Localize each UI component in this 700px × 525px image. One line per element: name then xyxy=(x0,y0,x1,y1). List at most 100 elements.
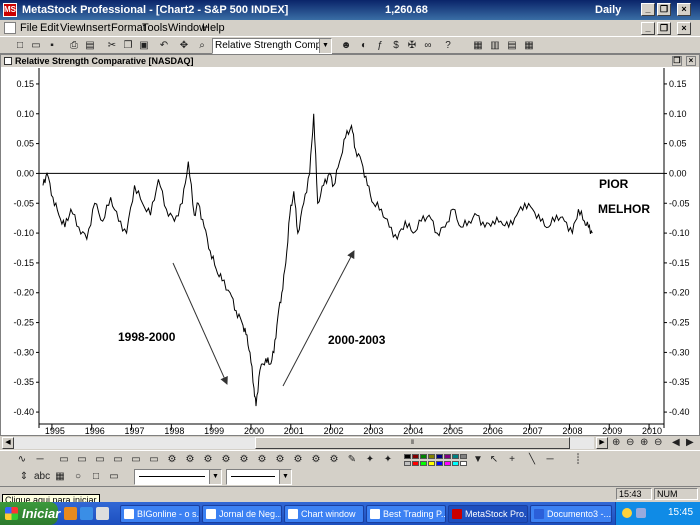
new-icon[interactable]: □ xyxy=(12,38,28,53)
color-dropdown-icon[interactable]: ▼ xyxy=(470,452,486,467)
hscroll-left-icon[interactable]: ◀ xyxy=(672,437,680,448)
restore-button[interactable]: ❐ xyxy=(657,3,671,16)
color-swatch[interactable] xyxy=(436,461,443,466)
rectangle-tool-icon[interactable]: □ xyxy=(88,469,104,484)
color-swatch[interactable] xyxy=(420,461,427,466)
vertical-line-icon[interactable]: ┊ xyxy=(570,452,586,467)
tray-network-icon[interactable] xyxy=(636,508,646,518)
drawing-tool-14-icon[interactable]: ⚙ xyxy=(290,452,306,467)
undo-icon[interactable]: ↶ xyxy=(156,38,172,53)
color-swatch[interactable] xyxy=(404,461,411,466)
hscroll-right-icon[interactable]: ▶ xyxy=(686,437,694,448)
zoom-in-icon[interactable]: ⊕ xyxy=(612,437,620,448)
drawing-tool-11-icon[interactable]: ⚙ xyxy=(236,452,252,467)
mdi-close-button[interactable]: × xyxy=(677,22,691,35)
task-metastock[interactable]: MetaStock Pro... xyxy=(448,505,528,523)
color-swatch[interactable] xyxy=(428,461,435,466)
open-icon[interactable]: ▭ xyxy=(28,38,44,53)
color-swatch[interactable] xyxy=(444,454,451,459)
menu-help[interactable]: Help xyxy=(202,22,225,34)
quicklaunch-firefox-icon[interactable] xyxy=(64,507,77,520)
menu-edit[interactable]: Edit xyxy=(40,22,59,34)
expert-icon[interactable]: ☻ xyxy=(338,38,354,53)
color-swatch[interactable] xyxy=(412,461,419,466)
drawing-tool-13-icon[interactable]: ⚙ xyxy=(272,452,288,467)
spin-icon[interactable]: ⇕ xyxy=(16,469,32,484)
save-icon[interactable]: ▪ xyxy=(44,38,60,53)
zoom-out-icon[interactable]: ⊖ xyxy=(626,437,634,448)
close-button[interactable]: × xyxy=(677,3,691,16)
help-pointer-icon[interactable]: ? xyxy=(440,38,456,53)
drawing-tool-9-icon[interactable]: ⚙ xyxy=(200,452,216,467)
zoom-icon[interactable]: ⌕ xyxy=(194,38,210,53)
drawing-tool-7-icon[interactable]: ⚙ xyxy=(164,452,180,467)
formula-icon[interactable]: ƒ xyxy=(372,38,388,53)
drawing-tool-15-icon[interactable]: ⚙ xyxy=(308,452,324,467)
draw-zigzag-icon[interactable]: ∿ xyxy=(14,452,30,467)
chart-scrollbar[interactable]: ◀ ⦀ ▶ ⊕ ⊖ ⊕ ⊖ ◀ ▶ xyxy=(0,436,700,450)
grid-tool-icon[interactable]: ▦ xyxy=(52,469,68,484)
drawing-tool-6-icon[interactable]: ▭ xyxy=(146,452,162,467)
scroll-left-arrow[interactable]: ◀ xyxy=(2,437,14,449)
color-swatch[interactable] xyxy=(404,454,411,459)
menu-format[interactable]: Format xyxy=(111,22,146,34)
line-tool-icon[interactable]: ─ xyxy=(32,452,48,467)
chevron-down-icon[interactable]: ▼ xyxy=(209,470,221,484)
rsc-chart[interactable]: 0.15 0.10 0.05 0.00 -0.05 -0.10 -0.15 -0.20 -0.2… xyxy=(1,68,699,436)
ellipse-tool-icon[interactable]: ○ xyxy=(70,469,86,484)
binoculars-icon[interactable]: ∞ xyxy=(420,38,436,53)
horizontal-line-icon[interactable]: ─ xyxy=(542,452,558,467)
color-swatch[interactable] xyxy=(436,454,443,459)
menu-tools[interactable]: Tools xyxy=(142,22,168,34)
tile-horizontal-icon[interactable]: ▤ xyxy=(504,38,520,53)
cascade-icon[interactable]: ▦ xyxy=(470,38,486,53)
scroll-thumb[interactable]: ⦀ xyxy=(255,437,570,449)
task-documento3[interactable]: Documento3 -... xyxy=(530,505,612,523)
cursor-icon[interactable]: ↖ xyxy=(486,452,502,467)
indicator-select[interactable]: Relative Strength Comparative ▼ xyxy=(212,38,332,54)
drawing-tool-3-icon[interactable]: ▭ xyxy=(92,452,108,467)
document-icon[interactable] xyxy=(4,22,16,34)
print-icon[interactable]: ⎙ xyxy=(66,38,82,53)
chevron-down-icon[interactable]: ▼ xyxy=(279,470,291,484)
system-tester-icon[interactable]: ✠ xyxy=(404,38,420,53)
crosshair-icon[interactable]: + xyxy=(504,452,520,467)
minimize-button[interactable]: _ xyxy=(641,3,655,16)
drawing-tool-12-icon[interactable]: ⚙ xyxy=(254,452,270,467)
mdi-restore-button[interactable]: ❐ xyxy=(657,22,671,35)
tile-vertical-icon[interactable]: ▥ xyxy=(487,38,503,53)
color-swatch[interactable] xyxy=(452,454,459,459)
quicklaunch-desktop-icon[interactable] xyxy=(96,507,109,520)
color-swatch[interactable] xyxy=(460,461,467,466)
print-preview-icon[interactable]: ▤ xyxy=(82,38,98,53)
text-tool-icon[interactable]: abc xyxy=(34,469,50,484)
zoom-full-icon[interactable]: ⊕ xyxy=(640,437,648,448)
line-weight-select[interactable]: ▼ xyxy=(226,469,292,485)
copy-icon[interactable]: ❐ xyxy=(120,38,136,53)
pencil-icon[interactable]: ✎ xyxy=(344,452,360,467)
task-chart-window[interactable]: Chart window xyxy=(284,505,364,523)
tray-volume-icon[interactable] xyxy=(622,508,632,518)
task-bigonline[interactable]: BIGonline - o s... xyxy=(120,505,200,523)
drawing-tool-2-icon[interactable]: ▭ xyxy=(74,452,90,467)
menu-view[interactable]: View xyxy=(60,22,84,34)
zoom-reset-icon[interactable]: ⊖ xyxy=(654,437,662,448)
color-swatch[interactable] xyxy=(444,461,451,466)
rounded-rect-tool-icon[interactable]: ▭ xyxy=(106,469,122,484)
drawing-tool-8-icon[interactable]: ⚙ xyxy=(182,452,198,467)
paste-icon[interactable]: ▣ xyxy=(136,38,152,53)
color-swatch[interactable] xyxy=(452,461,459,466)
dollar-icon[interactable]: $ xyxy=(388,38,404,53)
color-swatch[interactable] xyxy=(428,454,435,459)
task-jornal[interactable]: Jornal de Neg... xyxy=(202,505,282,523)
quicklaunch-ie-icon[interactable] xyxy=(80,507,93,520)
pin-icon[interactable]: ✦ xyxy=(362,452,378,467)
menu-file[interactable]: File xyxy=(20,22,38,34)
pin-alt-icon[interactable]: ✦ xyxy=(380,452,396,467)
menu-insert[interactable]: Insert xyxy=(83,22,111,34)
start-button[interactable]: Iniciar xyxy=(0,502,60,525)
mdi-minimize-button[interactable]: _ xyxy=(641,22,655,35)
color-swatch[interactable] xyxy=(420,454,427,459)
scroll-right-arrow[interactable]: ▶ xyxy=(596,437,608,449)
chart-restore-button[interactable]: ❐ xyxy=(672,56,682,66)
